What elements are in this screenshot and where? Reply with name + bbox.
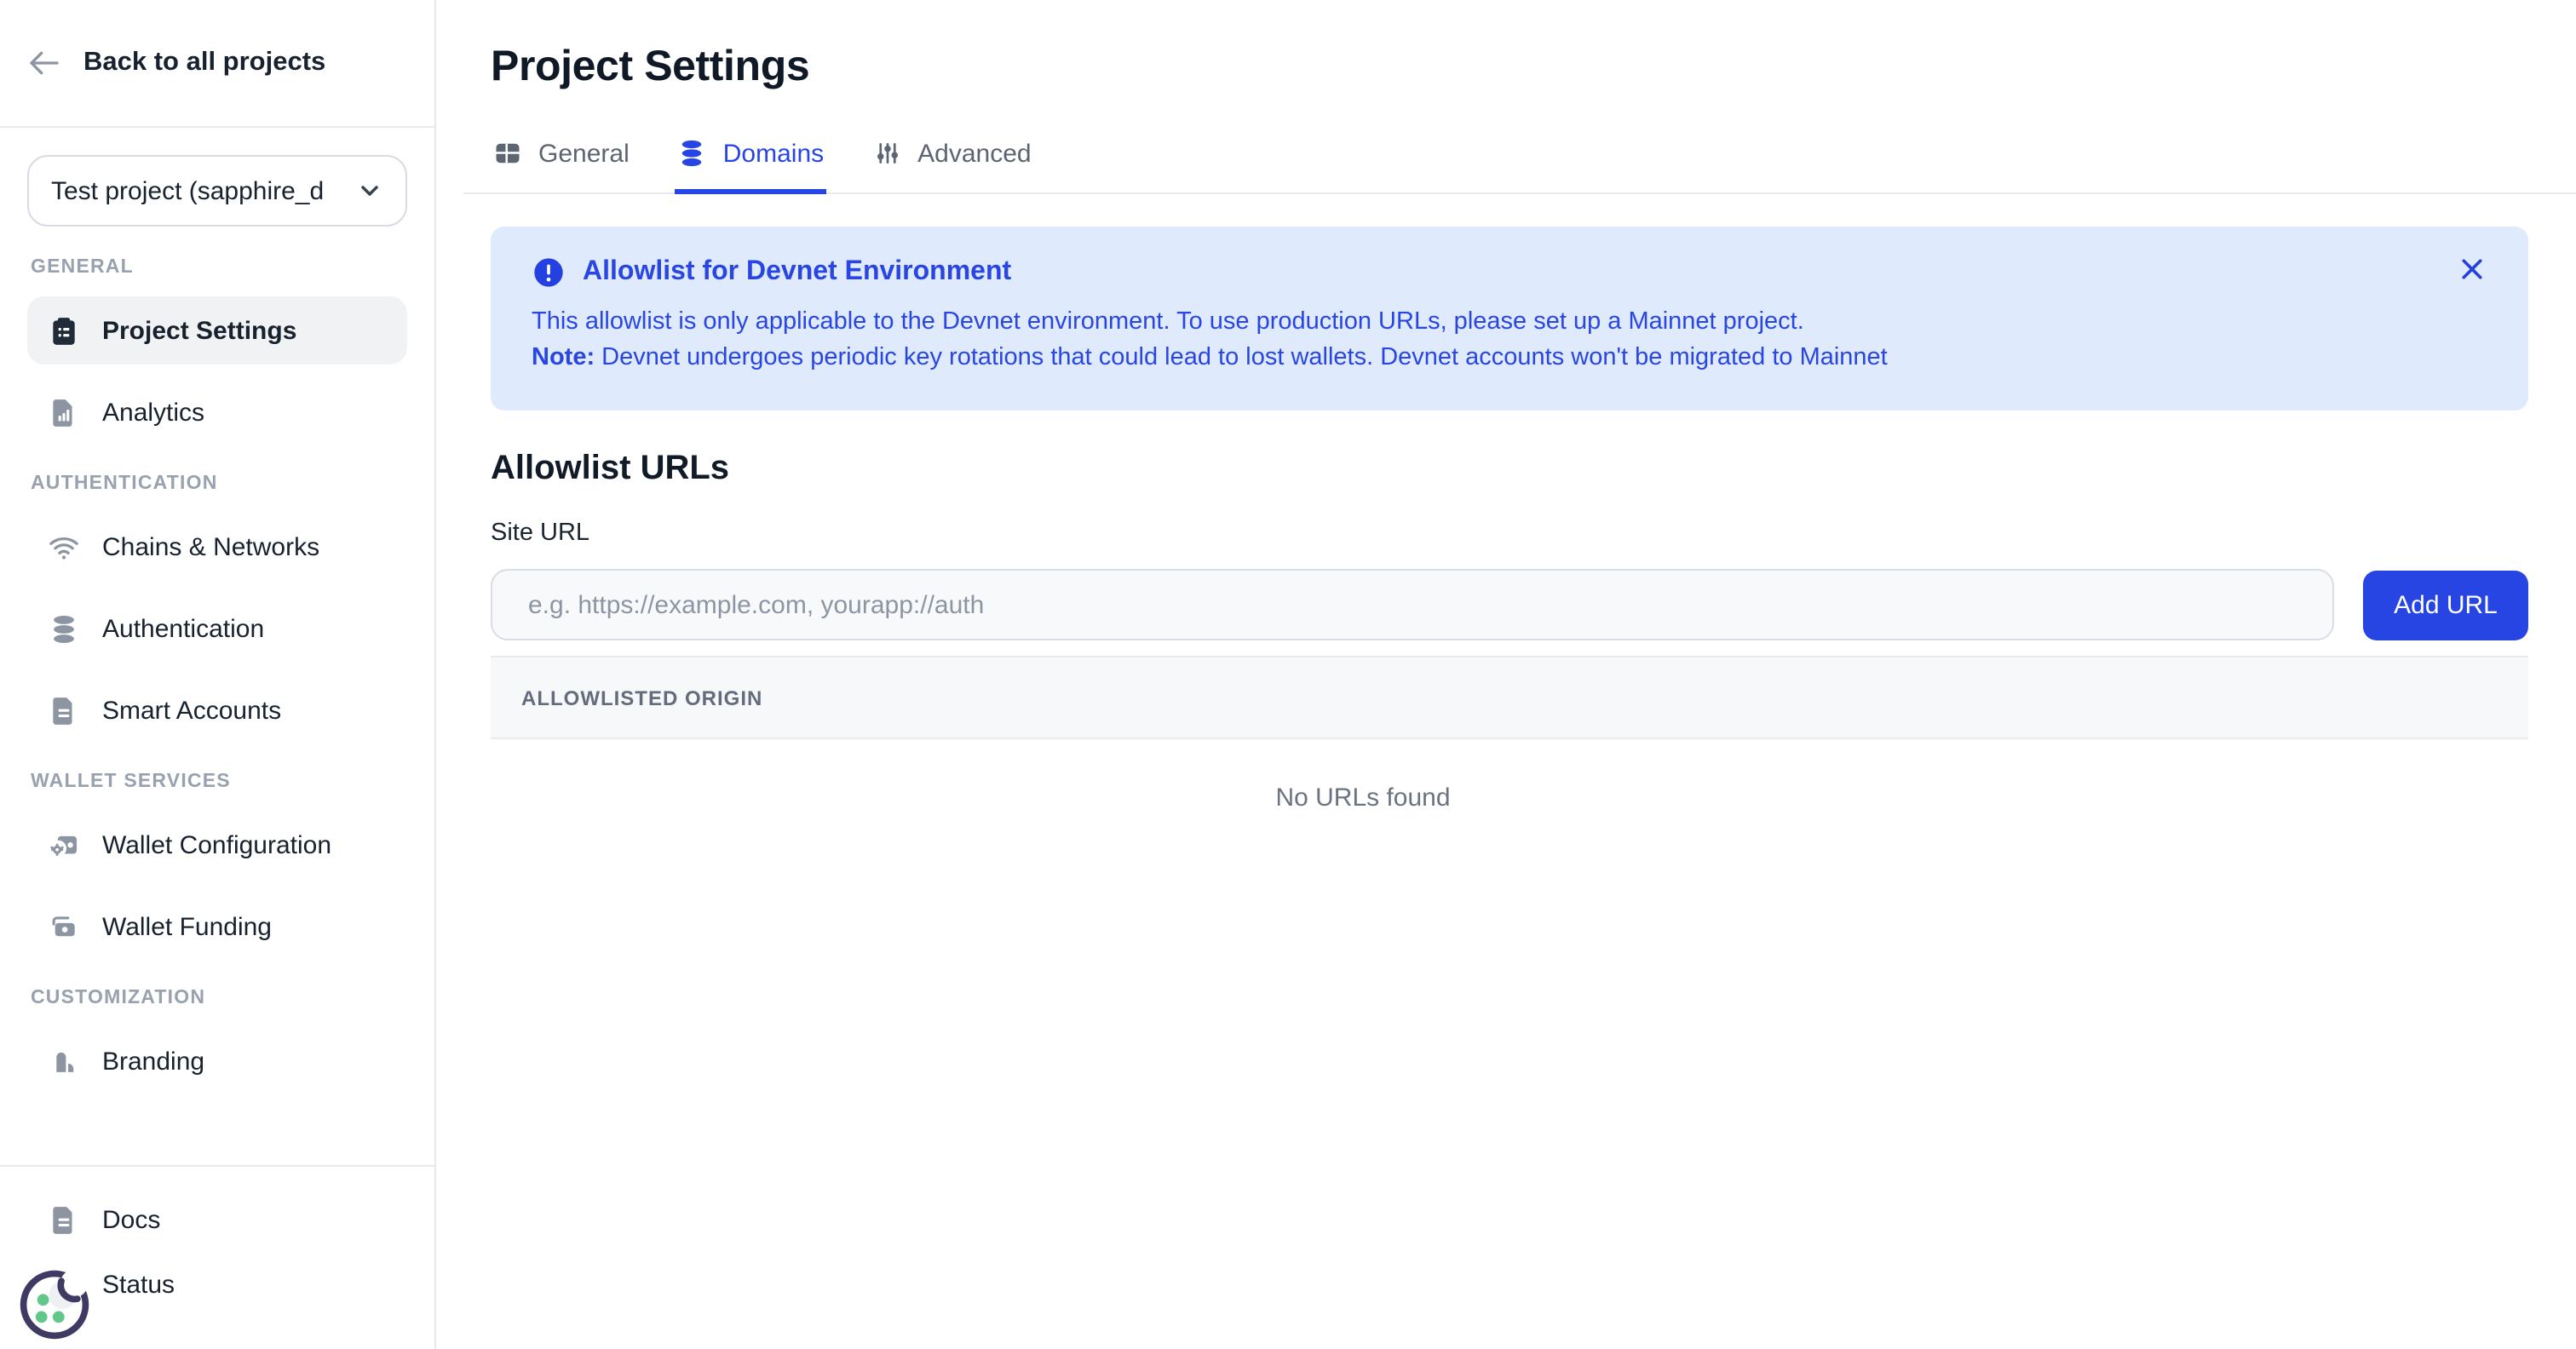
sidebar-item-smart-accounts[interactable]: Smart Accounts — [27, 676, 407, 744]
sidebar-item-label: Wallet Funding — [102, 912, 272, 941]
tab-label: Advanced — [917, 139, 1031, 168]
close-icon[interactable] — [2457, 254, 2487, 284]
tab-label: General — [538, 139, 630, 168]
chevron-down-icon — [356, 177, 383, 204]
app-window: Back to all projects Test project (sapph… — [0, 0, 2576, 1349]
sidebar-item-label: Authentication — [102, 614, 264, 643]
file-chart-icon — [48, 396, 80, 428]
site-url-input[interactable] — [491, 569, 2334, 640]
banner-note-label: Note: — [532, 344, 595, 371]
banner-body: This allowlist is only applicable to the… — [532, 305, 2487, 376]
cookie-icon — [15, 1266, 94, 1344]
add-url-row: Add URL — [491, 569, 2528, 640]
sidebar-item-label: Chains & Networks — [102, 532, 319, 561]
back-label: Back to all projects — [83, 48, 325, 78]
tab-domains[interactable]: Domains — [676, 131, 825, 194]
table-cells-icon — [492, 138, 523, 169]
sidebar-item-wallet-configuration[interactable]: Wallet Configuration — [27, 811, 407, 879]
section-label-general: GENERAL — [31, 257, 407, 278]
arrow-left-icon — [27, 46, 61, 80]
docs-label: Docs — [102, 1205, 160, 1234]
empty-state-text: No URLs found — [491, 739, 2235, 812]
sidebar-item-wallet-funding[interactable]: Wallet Funding — [27, 893, 407, 961]
section-label-authentication: AUTHENTICATION — [31, 474, 407, 494]
add-url-button[interactable]: Add URL — [2363, 570, 2528, 640]
sidebar-item-branding[interactable]: Branding — [27, 1027, 407, 1095]
sidebar-item-label: Analytics — [102, 398, 204, 427]
back-to-projects-button[interactable]: Back to all projects — [0, 0, 434, 128]
tab-bar: General Domains Advanced — [463, 131, 2576, 194]
section-label-wallet-services: WALLET SERVICES — [31, 772, 407, 792]
tab-label: Domains — [723, 139, 824, 168]
column-header-allowlisted-origin: ALLOWLISTED ORIGIN — [521, 686, 762, 709]
sidebar-item-label: Branding — [102, 1047, 204, 1076]
clipboard-list-icon — [48, 314, 80, 347]
sidebar-item-docs[interactable]: Docs — [27, 1187, 407, 1252]
sidebar-item-project-settings[interactable]: Project Settings — [27, 296, 407, 365]
sidebar-item-analytics[interactable]: Analytics — [27, 378, 407, 446]
branding-icon — [48, 1045, 80, 1077]
section-label-customization: CUSTOMIZATION — [31, 988, 407, 1008]
docs-icon — [48, 1203, 80, 1236]
wallet-banknote-icon — [48, 910, 80, 943]
banner-note-text: Devnet undergoes periodic key rotations … — [595, 344, 1888, 371]
database-icon — [677, 138, 708, 169]
sidebar-item-label: Wallet Configuration — [102, 830, 331, 859]
devnet-allowlist-banner: Allowlist for Devnet Environment This al… — [491, 227, 2528, 410]
sidebar: Back to all projects Test project (sapph… — [0, 0, 436, 1349]
tab-general[interactable]: General — [491, 131, 631, 194]
sidebar-nav: GENERAL Project Settings Analytics AUTHE… — [0, 227, 434, 1114]
banner-line1: This allowlist is only applicable to the… — [532, 305, 2487, 341]
allowlist-table-header: ALLOWLISTED ORIGIN — [491, 656, 2528, 739]
tab-advanced[interactable]: Advanced — [870, 131, 1032, 194]
banner-note: Note: Devnet undergoes periodic key rota… — [532, 341, 2487, 376]
sidebar-item-label: Smart Accounts — [102, 696, 281, 725]
sidebar-item-label: Project Settings — [102, 316, 296, 345]
wallet-gear-icon — [48, 829, 80, 861]
sliders-vertical-icon — [871, 138, 902, 169]
site-url-label: Site URL — [491, 520, 2528, 547]
alert-circle-icon — [532, 255, 566, 290]
project-selector-dropdown[interactable]: Test project (sapphire_d — [27, 155, 407, 227]
status-label: Status — [102, 1270, 175, 1299]
project-selector-value: Test project (sapphire_d — [51, 176, 342, 205]
allowlist-urls-heading: Allowlist URLs — [491, 450, 2528, 489]
sidebar-item-chains-networks[interactable]: Chains & Networks — [27, 513, 407, 581]
database-icon — [48, 612, 80, 645]
main-content: Project Settings General Domains Advance… — [436, 0, 2576, 1349]
cookie-consent-badge[interactable] — [15, 1266, 94, 1344]
file-text-icon — [48, 694, 80, 726]
page-title: Project Settings — [491, 43, 2528, 92]
sidebar-item-authentication[interactable]: Authentication — [27, 594, 407, 663]
wifi-icon — [48, 531, 80, 563]
banner-title: Allowlist for Devnet Environment — [583, 257, 1011, 288]
